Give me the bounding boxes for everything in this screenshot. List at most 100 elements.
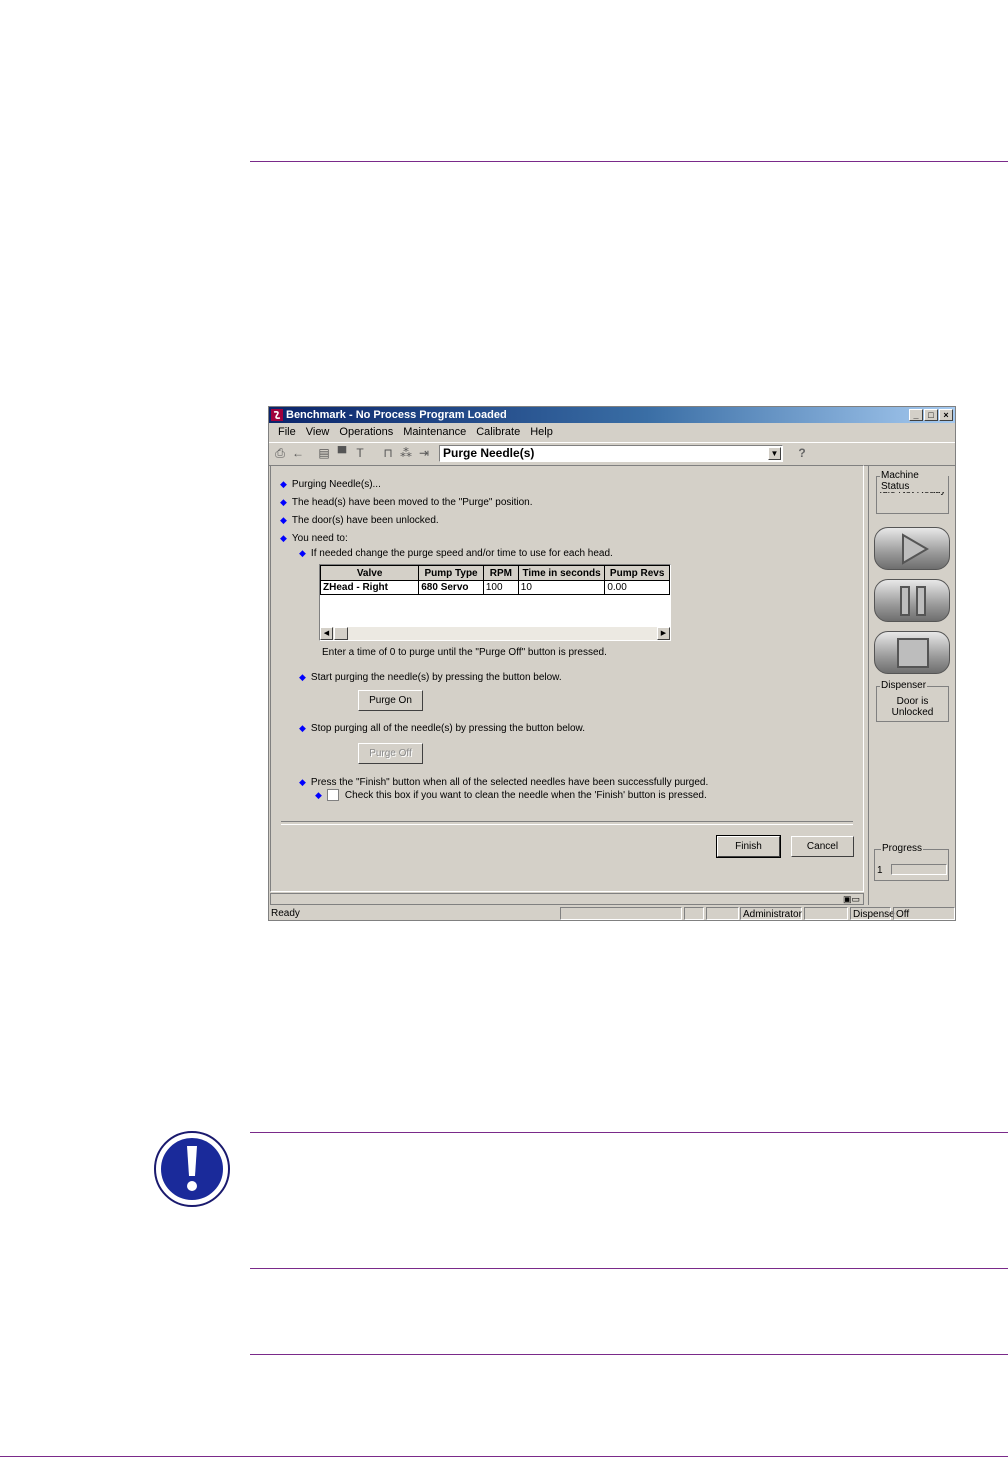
dots-icon[interactable]: ⁂ [399,446,413,460]
progress-group: Progress 1 [874,843,949,881]
cell-time[interactable]: 10 [517,580,606,595]
note-rule-top [250,1132,1008,1133]
cell-pump-revs[interactable]: 0.00 [604,580,670,595]
cancel-button[interactable]: Cancel [791,836,854,857]
menu-file[interactable]: File [273,424,301,441]
bullet-icon: ◆ [299,723,306,733]
scroll-right-icon[interactable]: ▶ [657,627,670,640]
scroll-thumb[interactable] [334,627,348,640]
status-bar: Ready Administrator Dispense Off [269,907,955,920]
step-item: ◆ Start purging the needle(s) by pressing… [299,672,562,683]
pause-icon [900,586,926,616]
menu-bar: File View Operations Maintenance Calibra… [269,424,955,441]
machine-status-group: Machine Status Idle Not Ready [876,470,949,514]
benchmark-window: Benchmark - No Process Program Loaded _ … [268,406,956,921]
start-button[interactable] [874,527,950,570]
back-arrow-icon[interactable]: ← [291,446,305,460]
finish-button[interactable]: Finish [716,835,781,858]
bottom-bar: ▣▭ [270,893,864,905]
status-pane [684,907,704,920]
top-rule [250,161,1008,162]
clean-needle-option: ◆ Check this box if you want to clean the… [315,789,707,802]
purge-grid: Valve Pump Type RPM Time in seconds Pump… [319,564,671,641]
status-pane [804,907,848,920]
col-pump-revs[interactable]: Pump Revs [604,565,670,581]
text-icon[interactable]: T [353,446,367,460]
play-icon [902,533,929,565]
menu-view[interactable]: View [301,424,335,441]
bullet-icon: ◆ [299,777,306,787]
status-pane [706,907,739,920]
col-rpm[interactable]: RPM [482,565,519,581]
cell-pump-type: 680 Servo [418,580,484,595]
step-item: ◆ You need to: [280,533,348,544]
toolbar: ⎙ ← ▤ ▀ T ⊓ ⁂ ⇥ Purge Needle(s) ▼ ? [269,442,955,466]
step-item: ◆ Stop purging all of the needle(s) by pr… [299,723,585,734]
folder-icon[interactable]: ▀ [335,446,349,460]
purge-panel: ◆ Purging Needle(s)... ◆ The head(s) have … [270,465,864,892]
purge-on-button[interactable]: Purge On [358,690,423,711]
section-rule [250,1354,1008,1355]
menu-operations[interactable]: Operations [334,424,398,441]
chevron-down-icon[interactable]: ▼ [768,447,781,460]
dispenser-status: Door is Unlocked [891,696,934,718]
status-state: Off [893,907,955,920]
bullet-icon: ◆ [299,672,306,682]
purge-zero-note: Enter a time of 0 to purge until the "Pu… [322,647,607,658]
purge-off-button[interactable]: Purge Off [358,743,423,764]
table-row[interactable]: ZHead - Right 680 Servo 100 10 0.00 [319,580,670,595]
status-mode: Dispense [850,907,895,920]
dispenser-group: Dispenser Door is Unlocked [876,680,949,722]
step-item: ◆ Press the "Finish" button when all of t… [299,777,709,788]
minimize-button[interactable]: _ [909,409,923,421]
scroll-left-icon[interactable]: ◀ [320,627,333,640]
bullet-icon: ◆ [280,515,287,525]
clean-needle-checkbox[interactable] [326,789,339,802]
help-icon[interactable]: ? [795,446,809,460]
open-icon[interactable]: ⎙ [273,446,287,460]
bullet-icon: ◆ [280,479,287,489]
progress-value: 1 [877,865,883,876]
cell-valve: ZHead - Right [319,580,420,595]
progress-label: Progress [881,843,924,854]
machine-status-label: Machine Status [880,470,948,492]
step-item: ◆ The head(s) have been moved to the "Pur… [280,497,533,508]
menu-maintenance[interactable]: Maintenance [398,424,471,441]
bullet-icon: ◆ [280,533,287,543]
goto-icon[interactable]: ⇥ [417,446,431,460]
dispenser-label: Dispenser [880,680,928,691]
close-button[interactable]: × [939,409,953,421]
step-item: ◆ Purging Needle(s)... [280,479,381,490]
footer-rule [0,1456,1008,1457]
document-icon[interactable]: ▤ [317,446,331,460]
operation-combo-value: Purge Needle(s) [443,446,535,460]
bullet-icon: ◆ [299,548,306,558]
bullet-icon: ◆ [280,497,287,507]
stop-icon [897,638,929,668]
control-sidebar: Machine Status Idle Not Ready Dispenser … [868,465,955,905]
lock-icon[interactable]: ⊓ [381,446,395,460]
window-layout-icon[interactable]: ▣▭ [843,894,860,904]
note-rule-bottom [250,1268,1008,1269]
col-valve[interactable]: Valve [319,565,420,581]
progress-bar [891,864,947,875]
operation-combo[interactable]: Purge Needle(s) ▼ [439,445,783,462]
grid-scrollbar[interactable]: ◀ ▶ [320,627,670,640]
menu-help[interactable]: Help [525,424,558,441]
col-pump-type[interactable]: Pump Type [418,565,484,581]
exclamation-icon [154,1131,230,1207]
step-item: ◆ If needed change the purge speed and/or… [299,548,613,559]
maximize-button[interactable]: □ [924,409,938,421]
col-time[interactable]: Time in seconds [517,565,606,581]
divider [281,821,853,825]
cell-rpm[interactable]: 100 [482,580,519,595]
stop-button[interactable] [874,631,950,674]
pause-button[interactable] [874,579,950,622]
status-pane [560,907,682,920]
menu-calibrate[interactable]: Calibrate [471,424,525,441]
title-bar: Benchmark - No Process Program Loaded _ … [269,407,955,423]
status-user: Administrator [740,907,802,920]
window-title: Benchmark - No Process Program Loaded [286,409,507,421]
bullet-icon: ◆ [315,790,322,800]
step-item: ◆ The door(s) have been unlocked. [280,515,439,526]
